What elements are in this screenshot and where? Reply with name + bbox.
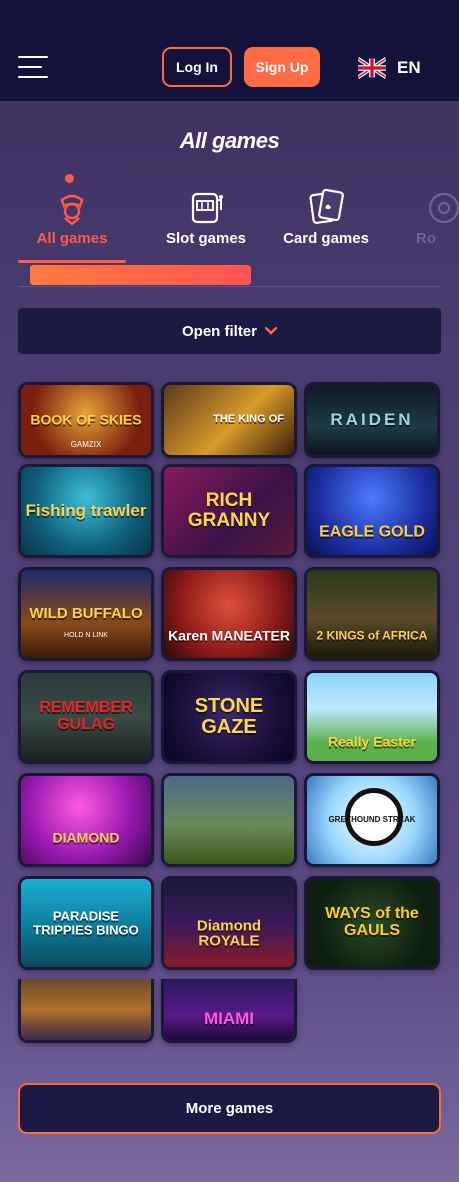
game-tile[interactable]: THE KING OF <box>161 382 297 458</box>
game-tile[interactable]: Fishing trawler <box>18 464 154 558</box>
chevron-down-icon <box>265 327 277 335</box>
more-games-label: More games <box>185 1100 274 1117</box>
game-tile[interactable]: 2 KINGS of AFRICA <box>304 567 440 661</box>
tab-label: All games <box>36 230 108 247</box>
game-tile[interactable]: REMEMBER GULAG <box>18 670 154 764</box>
open-filter-button[interactable]: Open filter <box>18 308 441 354</box>
game-tile[interactable]: Really Easter <box>304 670 440 764</box>
language-selector[interactable]: EN <box>358 56 421 80</box>
language-label: EN <box>397 58 421 77</box>
game-tile[interactable]: MIAMI <box>161 979 297 1043</box>
game-tile[interactable]: Diamond ROYALE <box>161 876 297 970</box>
active-tab-underline <box>18 260 126 263</box>
game-provider: GAMZIX <box>70 440 102 449</box>
tab-label: Slot games <box>165 230 247 247</box>
filter-label: Open filter <box>181 322 257 340</box>
game-tile[interactable]: RICH GRANNY <box>161 464 297 558</box>
roulette-icon <box>428 192 459 224</box>
tab-slot-games[interactable]: Slot games <box>144 168 268 258</box>
game-tile[interactable]: RAIDEN <box>304 382 440 458</box>
game-tile[interactable]: PARADISE TRIPPIES BINGO <box>18 876 154 970</box>
page-title: All games <box>179 128 280 153</box>
top-bar: Log In Sign Up EN <box>0 0 459 101</box>
menu-icon[interactable] <box>18 56 48 80</box>
slot-machine-icon <box>191 192 223 224</box>
tab-card-games[interactable]: Card games <box>276 168 376 258</box>
cards-icon <box>309 188 344 224</box>
game-tile[interactable]: GREYHOUND STREAK <box>304 773 440 867</box>
game-tile[interactable] <box>18 979 154 1043</box>
login-button[interactable]: Log In <box>162 47 232 87</box>
uk-flag-icon <box>358 57 386 79</box>
more-games-button[interactable]: More games <box>18 1083 441 1134</box>
tab-label: Card games <box>283 230 369 247</box>
game-tile[interactable]: BOOK OF SKIES GAMZIX <box>18 382 154 458</box>
game-tile[interactable] <box>161 773 297 867</box>
tab-label: Ro <box>416 230 436 247</box>
game-tile[interactable]: DIAMOND <box>18 773 154 867</box>
game-tile[interactable]: WILD BUFFALO HOLD N LINK <box>18 567 154 661</box>
game-tile[interactable]: STONE GAZE <box>161 670 297 764</box>
joker-icon <box>60 194 84 226</box>
tab-all-games[interactable]: All games <box>18 168 126 258</box>
game-tile[interactable]: Karen MANEATER <box>161 567 297 661</box>
signup-button[interactable]: Sign Up <box>244 47 320 87</box>
game-subtitle: HOLD N LINK <box>64 632 108 639</box>
game-tile[interactable]: WAYS of the GAULS <box>304 876 440 970</box>
tab-roulette[interactable]: Ro <box>414 168 459 258</box>
game-tile[interactable]: EAGLE GOLD <box>304 464 440 558</box>
tabs-divider <box>18 286 441 287</box>
tabs-scroll-indicator[interactable] <box>30 265 251 285</box>
